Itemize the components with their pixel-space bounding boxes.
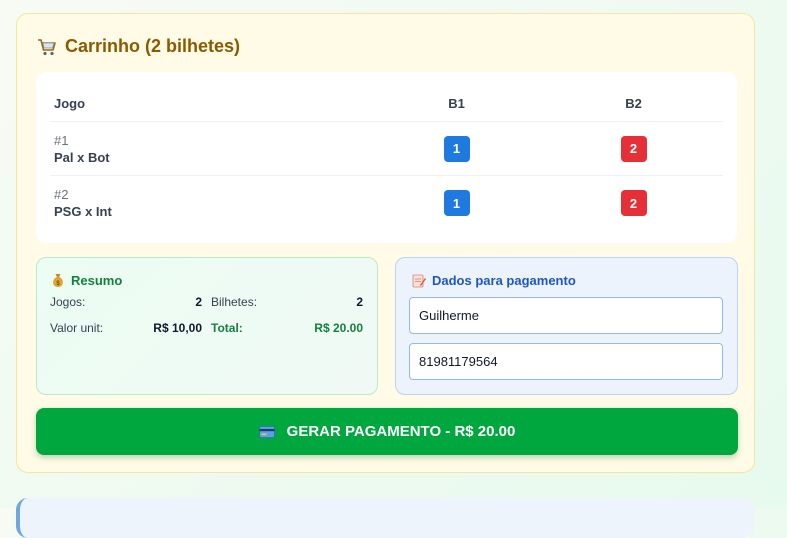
b2-pick-badge: 2 (620, 135, 647, 162)
tickets-label: Bilhetes: (211, 295, 258, 309)
memo-icon (412, 274, 426, 288)
table-row: #2 PSG x Int 1 2 (50, 176, 723, 230)
total-value: R$ 20.00 (314, 321, 363, 335)
b1-cell: 1 (368, 135, 545, 162)
summary-panel: $ Resumo Jogos: 2 Bilhetes: 2 Valor unit… (36, 257, 378, 395)
total-label: Total: (211, 321, 243, 335)
tickets-count: Bilhetes: 2 (211, 295, 363, 309)
summary-row-values: Valor unit: R$ 10,00 Total: R$ 20.00 (50, 321, 364, 335)
phone-input[interactable] (409, 343, 723, 380)
summary-row-counts: Jogos: 2 Bilhetes: 2 (50, 295, 364, 309)
cart-panel: Carrinho (2 bilhetes) Jogo B1 B2 #1 Pal … (16, 13, 755, 473)
game-number: #2 (54, 187, 69, 202)
unit-value: R$ 10,00 (153, 321, 202, 335)
game-cell: #2 PSG x Int (50, 187, 368, 219)
games-count: Jogos: 2 (50, 295, 202, 309)
tickets-value: 2 (356, 295, 363, 309)
credit-card-icon (258, 425, 275, 438)
summary-title: Resumo (71, 273, 123, 288)
unit-label: Valor unit: (50, 321, 104, 335)
payment-panel: Dados para pagamento (395, 257, 738, 395)
payment-header: Dados para pagamento (412, 273, 576, 288)
games-value: 2 (195, 295, 202, 309)
name-input[interactable] (409, 297, 723, 334)
total-price: Total: R$ 20.00 (211, 321, 363, 335)
b1-pick-badge: 1 (443, 190, 470, 216)
cart-header: Carrinho (2 bilhetes) (37, 36, 240, 57)
column-header-game: Jogo (54, 96, 86, 111)
generate-payment-label: GERAR PAGAMENTO - R$ 20.00 (286, 423, 516, 440)
summary-header: $ Resumo (51, 273, 122, 288)
game-name: PSG x Int (54, 204, 112, 219)
b2-cell: 2 (545, 135, 722, 162)
payment-title: Dados para pagamento (432, 273, 576, 288)
games-label: Jogos: (50, 295, 86, 309)
generate-payment-button[interactable]: GERAR PAGAMENTO - R$ 20.00 (36, 408, 738, 455)
column-header-b1: B1 (448, 96, 465, 111)
table-row: #1 Pal x Bot 1 2 (50, 122, 723, 176)
next-section-card (16, 498, 755, 538)
b1-pick-badge: 1 (443, 135, 470, 162)
game-number: #1 (54, 132, 69, 148)
table-header-row: Jogo B1 B2 (50, 86, 723, 122)
b2-cell: 2 (545, 190, 722, 216)
tickets-table: Jogo B1 B2 #1 Pal x Bot 1 2 #2 PSG x Int… (50, 86, 723, 230)
b2-pick-badge: 2 (620, 190, 647, 216)
money-bag-icon: $ (53, 274, 63, 287)
column-header-b2: B2 (625, 96, 642, 111)
tickets-table-card: Jogo B1 B2 #1 Pal x Bot 1 2 #2 PSG x Int… (36, 72, 737, 243)
game-name: Pal x Bot (54, 149, 110, 165)
game-cell: #1 Pal x Bot (50, 133, 368, 165)
shopping-cart-icon (38, 38, 56, 55)
b1-cell: 1 (368, 190, 545, 216)
cart-title: Carrinho (2 bilhetes) (65, 36, 241, 56)
unit-price: Valor unit: R$ 10,00 (50, 321, 202, 335)
